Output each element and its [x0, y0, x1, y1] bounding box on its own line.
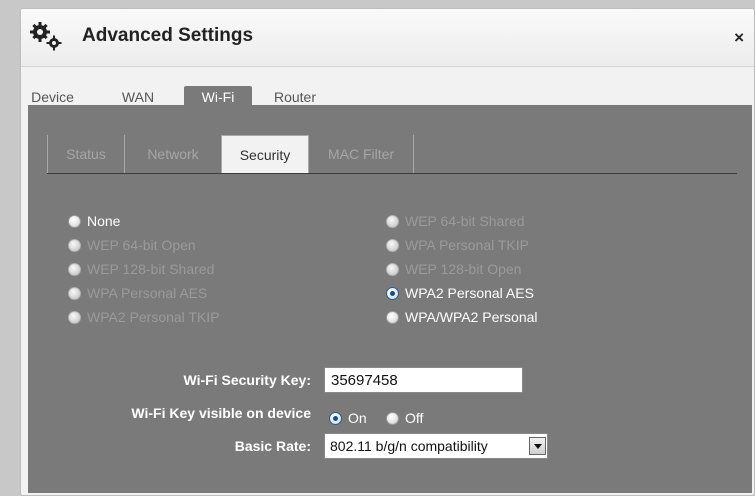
radio-button[interactable]	[68, 214, 81, 228]
radio-label: None	[87, 213, 121, 229]
tab-status[interactable]: Status	[47, 135, 125, 174]
radio-button[interactable]	[329, 411, 342, 425]
radio-label: WEP 128-bit Open	[405, 261, 522, 277]
radio-label: WPA2 Personal TKIP	[87, 309, 220, 325]
radio-wpa-wpa2-personal[interactable]: WPA/WPA2 Personal	[386, 308, 538, 326]
radio-none[interactable]: None	[68, 212, 120, 230]
wifi-settings-panel: Status Network Security MAC Filter None …	[28, 105, 752, 493]
radio-label: WEP 64-bit Open	[87, 237, 196, 253]
key-visible-label: Wi-Fi Key visible on device	[131, 405, 311, 421]
radio-key-visible-on[interactable]: On	[329, 409, 367, 427]
radio-button[interactable]	[386, 286, 399, 300]
radio-button[interactable]	[68, 238, 81, 252]
tab-network[interactable]: Network	[125, 135, 222, 174]
tab-security[interactable]: Security	[222, 135, 309, 174]
radio-label: WPA Personal AES	[87, 285, 208, 301]
radio-label: WPA Personal TKIP	[405, 237, 529, 253]
dropdown-arrow-icon[interactable]	[529, 437, 546, 455]
close-icon[interactable]: ×	[734, 28, 744, 48]
advanced-settings-dialog: Advanced Settings × Device WAN Wi-Fi Rou…	[20, 8, 755, 496]
security-key-label: Wi-Fi Security Key:	[183, 372, 311, 388]
radio-button[interactable]	[386, 411, 399, 425]
radio-button[interactable]	[386, 238, 399, 252]
radio-button[interactable]	[68, 262, 81, 276]
radio-label: WEP 64-bit Shared	[405, 213, 525, 229]
radio-button[interactable]	[386, 262, 399, 276]
radio-label: WPA/WPA2 Personal	[405, 309, 538, 325]
basic-rate-select[interactable]: 802.11 b/g/n compatibility	[324, 433, 548, 459]
radio-wep-64-open[interactable]: WEP 64-bit Open	[68, 236, 196, 254]
radio-wep-64-shared[interactable]: WEP 64-bit Shared	[386, 212, 525, 230]
security-key-input[interactable]	[324, 367, 523, 393]
radio-wep-128-open[interactable]: WEP 128-bit Open	[386, 260, 521, 278]
radio-wpa2-personal-tkip[interactable]: WPA2 Personal TKIP	[68, 308, 220, 326]
radio-button[interactable]	[68, 286, 81, 300]
dialog-title: Advanced Settings	[82, 25, 254, 46]
radio-wpa2-personal-aes[interactable]: WPA2 Personal AES	[386, 284, 534, 302]
radio-wpa-personal-aes[interactable]: WPA Personal AES	[68, 284, 207, 302]
gears-icon	[30, 22, 64, 52]
radio-key-visible-off[interactable]: Off	[386, 409, 423, 427]
radio-button[interactable]	[68, 310, 81, 324]
radio-wep-128-shared[interactable]: WEP 128-bit Shared	[68, 260, 214, 278]
radio-label: Off	[405, 410, 424, 426]
dialog-header: Advanced Settings ×	[21, 9, 754, 67]
radio-label: WPA2 Personal AES	[405, 285, 534, 301]
tab-divider	[47, 173, 737, 174]
basic-rate-label: Basic Rate:	[234, 438, 311, 454]
radio-wpa-personal-tkip[interactable]: WPA Personal TKIP	[386, 236, 529, 254]
radio-button[interactable]	[386, 310, 399, 324]
radio-button[interactable]	[386, 214, 399, 228]
radio-label: On	[348, 410, 367, 426]
tab-mac-filter[interactable]: MAC Filter	[309, 135, 414, 174]
radio-label: WEP 128-bit Shared	[87, 261, 215, 277]
basic-rate-value: 802.11 b/g/n compatibility	[330, 438, 488, 454]
